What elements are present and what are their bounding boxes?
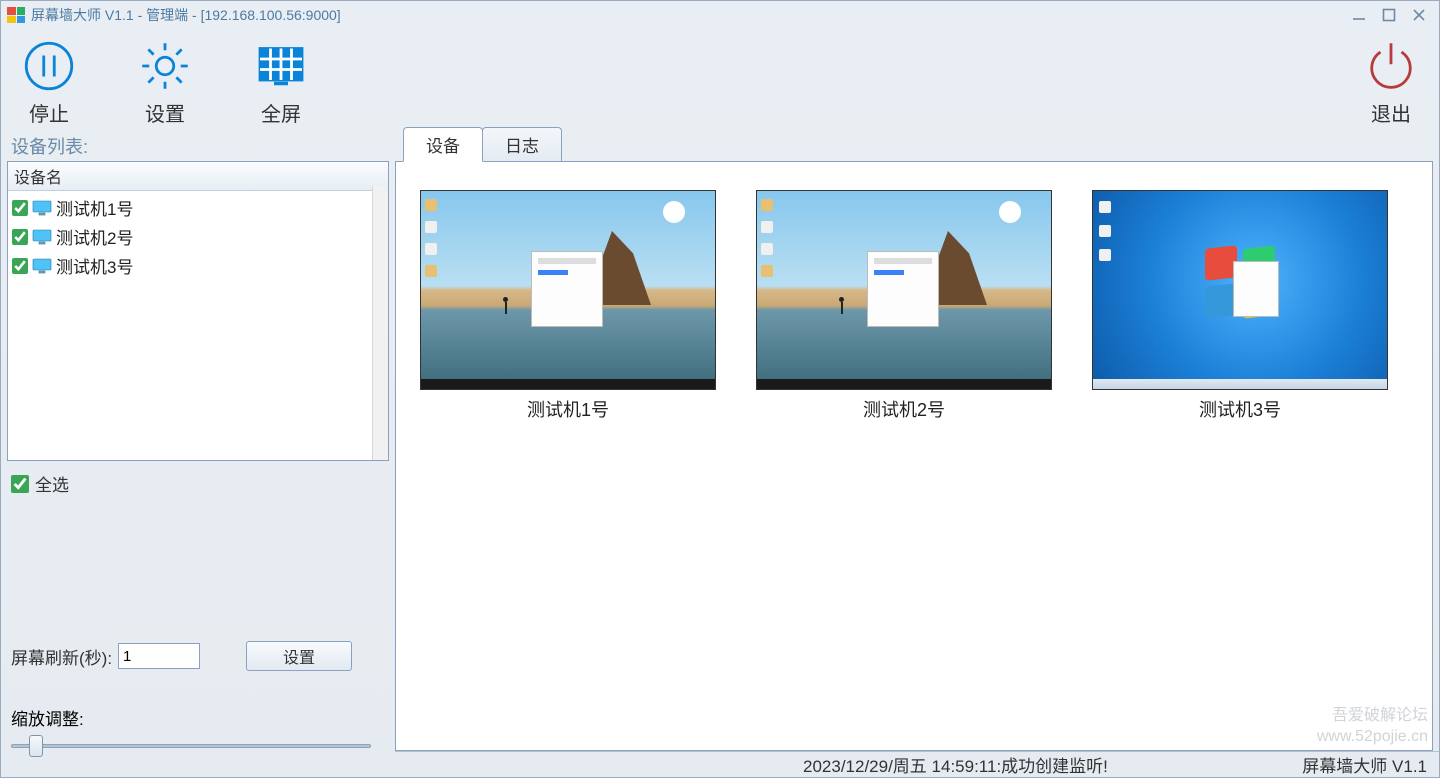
monitor-icon (32, 229, 52, 245)
exit-button[interactable]: 退出 (1363, 38, 1419, 127)
sidebar: 设备列表: 设备名 测试机1号 测试机2号 (1, 131, 395, 777)
device-name: 测试机1号 (56, 195, 133, 220)
window-title: 屏幕墙大师 V1.1 - 管理端 - [192.168.100.56:9000] (31, 5, 341, 25)
maximize-icon[interactable] (1381, 7, 1397, 23)
app-logo-icon (7, 7, 25, 23)
device-row[interactable]: 测试机1号 (10, 193, 386, 222)
thumbnail-cell[interactable]: 测试机1号 (420, 190, 716, 422)
device-thumbnail[interactable] (756, 190, 1052, 390)
zoom-slider[interactable] (11, 736, 371, 756)
thumbnail-label: 测试机3号 (1199, 396, 1281, 422)
refresh-row: 屏幕刷新(秒): 设置 (7, 637, 389, 691)
device-list-title: 设备列表: (7, 131, 389, 161)
thumbnail-label: 测试机1号 (527, 396, 609, 422)
stop-label: 停止 (29, 98, 69, 127)
status-message: 2023/12/29/周五 14:59:11:成功创建监听! (795, 752, 1302, 777)
status-appname: 屏幕墙大师 V1.1 (1302, 752, 1433, 777)
tab-logs[interactable]: 日志 (482, 127, 562, 161)
device-list-scrollbar[interactable] (372, 186, 388, 460)
tab-devices[interactable]: 设备 (403, 127, 483, 162)
zoom-label: 缩放调整: (7, 691, 389, 736)
pause-icon (21, 38, 77, 94)
titlebar: 屏幕墙大师 V1.1 - 管理端 - [192.168.100.56:9000] (1, 1, 1439, 29)
minimize-icon[interactable] (1351, 7, 1367, 23)
stop-button[interactable]: 停止 (21, 38, 77, 127)
refresh-input[interactable] (118, 643, 200, 669)
device-checkbox[interactable] (12, 229, 28, 245)
settings-label: 设置 (145, 98, 185, 127)
thumbnail-label: 测试机2号 (863, 396, 945, 422)
grid-icon (253, 38, 309, 94)
main-area: 设备 日志 测试机1号 (395, 131, 1439, 777)
device-thumbnail[interactable] (1092, 190, 1388, 390)
settings-button[interactable]: 设置 (137, 38, 193, 127)
thumbnail-cell[interactable]: 测试机2号 (756, 190, 1052, 422)
monitor-icon (32, 258, 52, 274)
device-checkbox[interactable] (12, 200, 28, 216)
power-icon (1363, 38, 1419, 94)
main-toolbar: 停止 设置 全屏 退出 (1, 29, 1439, 131)
select-all-row: 全选 (7, 461, 389, 506)
statusbar: 2023/12/29/周五 14:59:11:成功创建监听! 屏幕墙大师 V1.… (395, 751, 1439, 777)
refresh-set-button[interactable]: 设置 (246, 641, 352, 671)
exit-label: 退出 (1371, 98, 1411, 127)
device-name: 测试机3号 (56, 253, 133, 278)
body: 设备列表: 设备名 测试机1号 测试机2号 (1, 131, 1439, 777)
app-window: 屏幕墙大师 V1.1 - 管理端 - [192.168.100.56:9000]… (0, 0, 1440, 778)
fullscreen-button[interactable]: 全屏 (253, 38, 309, 127)
tab-bar: 设备 日志 (395, 131, 1439, 161)
device-list: 设备名 测试机1号 测试机2号 测试机3号 (7, 161, 389, 461)
monitor-icon (32, 200, 52, 216)
thumbnail-cell[interactable]: 测试机3号 (1092, 190, 1388, 422)
device-row[interactable]: 测试机3号 (10, 251, 386, 280)
window-controls (1351, 7, 1433, 23)
close-icon[interactable] (1411, 7, 1427, 23)
device-list-body: 测试机1号 测试机2号 测试机3号 (8, 191, 388, 282)
device-checkbox[interactable] (12, 258, 28, 274)
gear-icon (137, 38, 193, 94)
select-all-label: 全选 (35, 471, 69, 496)
thumbnail-grid: 测试机1号 测试机2号 测试机3号 (395, 161, 1433, 751)
refresh-label: 屏幕刷新(秒): (11, 644, 112, 669)
fullscreen-label: 全屏 (261, 98, 301, 127)
device-row[interactable]: 测试机2号 (10, 222, 386, 251)
device-list-header: 设备名 (8, 162, 388, 191)
device-thumbnail[interactable] (420, 190, 716, 390)
select-all-checkbox[interactable] (11, 475, 29, 493)
device-name: 测试机2号 (56, 224, 133, 249)
